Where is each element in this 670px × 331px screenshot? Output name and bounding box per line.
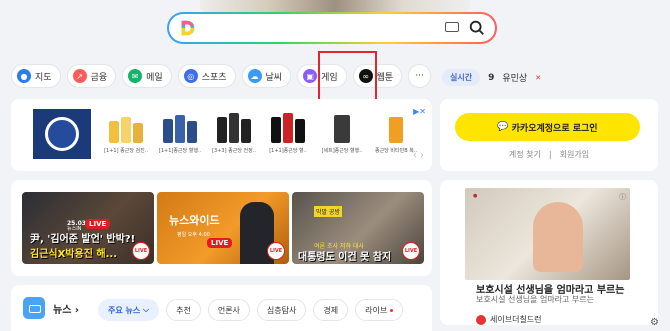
news-icon bbox=[23, 297, 45, 319]
ad-product[interactable]: [세트]종근당 혈행.. bbox=[319, 109, 365, 165]
shortcut-label: 금융 bbox=[90, 72, 108, 83]
daum-logo-icon bbox=[181, 20, 195, 36]
tab-recommended[interactable]: 추천 bbox=[166, 299, 201, 321]
search-icon[interactable] bbox=[468, 19, 486, 37]
kakao-talk-icon: 💬 bbox=[497, 122, 509, 132]
save-children-logo: ● bbox=[473, 193, 478, 199]
ad-nav-icon[interactable]: ‹ › bbox=[413, 150, 424, 161]
mail-icon: ✉ bbox=[128, 69, 143, 83]
kakao-login-button[interactable]: 💬 카카오계정으로 로그인 bbox=[455, 113, 640, 141]
news-section: 뉴스 › 주요 뉴스 ⌵ 추천 언론사 심층탐사 경제 라이브 bbox=[11, 285, 432, 331]
ad-product-label: [1+1] 종근당 검진.. bbox=[104, 148, 148, 154]
child-figure bbox=[533, 202, 583, 272]
thumb-headline: 尹, '김어준 발언' 반박?! bbox=[30, 234, 136, 245]
map-pin-icon: ● bbox=[17, 69, 31, 83]
side-news-source: 세이브더칠드런 bbox=[476, 314, 542, 325]
find-account-link[interactable]: 계정 찾기 bbox=[509, 150, 541, 159]
sports-icon: ◎ bbox=[183, 69, 198, 83]
thumb-headline: 대통령도 이건 못 참지 bbox=[298, 252, 392, 263]
shortcut-weather[interactable]: ☁ 날씨 bbox=[241, 64, 292, 88]
live-badge: LIVE bbox=[85, 219, 111, 229]
thumb-title: 뉴스와이드 bbox=[169, 214, 220, 227]
settings-gear-icon[interactable]: ⚙ bbox=[650, 317, 659, 328]
ad-product[interactable]: [3+3] 종근당 전정.. bbox=[211, 109, 257, 165]
live-icon: LIVE bbox=[267, 242, 285, 260]
ad-info-icon[interactable]: ⓘ bbox=[619, 192, 626, 202]
brand-emblem-logo bbox=[33, 109, 91, 159]
source-logo-icon bbox=[476, 314, 486, 325]
thumb-headline: 김근식X박용진 해... bbox=[30, 249, 117, 260]
new-dot-icon bbox=[390, 308, 394, 312]
thumb-time: 평일 오후 4:00 bbox=[177, 232, 210, 238]
tab-live[interactable]: 라이브 bbox=[355, 299, 404, 321]
ad-product[interactable]: [1+1] 종근당 검진.. bbox=[103, 109, 149, 165]
ad-banner[interactable]: [1+1] 종근당 검진.. [1+1]종근당 혈행.. [3+3] 종근당 전… bbox=[11, 99, 432, 171]
game-controller-icon: ▣ bbox=[303, 69, 318, 83]
realtime-badge: 실시간 bbox=[442, 69, 481, 86]
ad-product-label: [1+1]종근당 혈.. bbox=[269, 148, 307, 154]
news-video-strip: 25.03.16(일) 뉴스IN LIVE 尹, '김어준 발언' 반박?! 김… bbox=[11, 180, 432, 276]
tab-investigative[interactable]: 심층탐사 bbox=[256, 299, 307, 321]
more-label: ··· bbox=[415, 71, 424, 81]
trend-up-icon: ✕ bbox=[535, 73, 542, 82]
finance-chart-icon: ↗ bbox=[72, 69, 87, 83]
source-label: 세이브더칠드런 bbox=[490, 315, 542, 324]
weather-cloud-icon: ☁ bbox=[247, 69, 262, 83]
ad-info-icon[interactable]: ▶✕ bbox=[413, 107, 426, 116]
side-news-subtitle: 보호시설 선생님을 엄마라고 부르는 bbox=[476, 295, 595, 304]
keyboard-icon[interactable] bbox=[445, 22, 459, 32]
realtime-rank: 9 bbox=[488, 72, 495, 83]
tab-main-news[interactable]: 주요 뉴스 ⌵ bbox=[98, 299, 160, 321]
live-icon: LIVE bbox=[402, 242, 420, 260]
shortcut-finance[interactable]: ↗ 금융 bbox=[66, 64, 117, 88]
thumb-tag: 막말 공방 bbox=[314, 206, 342, 217]
shortcut-label: 지도 bbox=[35, 72, 52, 83]
ad-product-label: [세트]종근당 혈행.. bbox=[321, 148, 363, 154]
shortcut-label: 메일 bbox=[146, 72, 163, 83]
live-badge: LIVE bbox=[207, 238, 233, 248]
side-news-image: ● ⓘ bbox=[465, 188, 630, 280]
realtime-keyword[interactable]: 유민상 bbox=[502, 71, 527, 84]
realtime-keywords[interactable]: 실시간 9 유민상 ✕ bbox=[442, 69, 541, 86]
ad-product-label: [1+1]종근당 혈행.. bbox=[158, 148, 202, 154]
tab-economy[interactable]: 경제 bbox=[313, 299, 349, 321]
shortcut-label: 날씨 bbox=[265, 72, 283, 83]
shortcut-map[interactable]: ● 지도 bbox=[11, 64, 61, 88]
more-button[interactable]: ··· bbox=[408, 64, 431, 88]
signup-link[interactable]: 회원가입 bbox=[560, 150, 589, 159]
side-news-card[interactable]: ● ⓘ 보호시설 선생님을 엄마라고 부르는 보호시설 선생님을 엄마라고 부르… bbox=[440, 180, 658, 325]
shortcut-sports[interactable]: ◎ 스포츠 bbox=[177, 64, 236, 88]
news-thumb[interactable]: 막말 공방 여론 조사 저하 대사 대통령도 이건 못 참지 LIVE bbox=[292, 192, 424, 264]
tab-press[interactable]: 언론사 bbox=[207, 299, 250, 321]
live-icon: LIVE bbox=[132, 242, 150, 260]
news-thumb[interactable]: 25.03.16(일) 뉴스IN LIVE 尹, '김어준 발언' 반박?! 김… bbox=[22, 192, 154, 264]
shortcut-mail[interactable]: ✉ 메일 bbox=[122, 64, 172, 88]
search-bar[interactable] bbox=[167, 12, 497, 44]
news-section-title[interactable]: 뉴스 › bbox=[53, 301, 79, 316]
highlight-box bbox=[318, 51, 377, 101]
shortcut-label: 웹툰 bbox=[376, 72, 394, 83]
ad-product[interactable]: [1+1]종근당 혈행.. bbox=[157, 109, 203, 165]
ad-product[interactable]: [1+1]종근당 혈.. bbox=[265, 109, 311, 165]
ad-product-label: [3+3] 종근당 전정.. bbox=[212, 148, 256, 154]
login-box: 💬 카카오계정으로 로그인 계정 찾기 | 회원가입 bbox=[440, 99, 658, 171]
kakao-login-label: 카카오계정으로 로그인 bbox=[511, 123, 598, 134]
news-thumb[interactable]: 뉴스와이드 평일 오후 4:00 LIVE LIVE bbox=[157, 192, 289, 264]
shortcut-label: 스포츠 bbox=[201, 72, 227, 83]
